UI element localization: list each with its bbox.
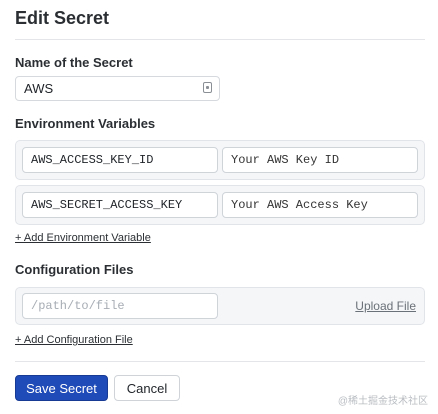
cancel-button[interactable]: Cancel — [114, 375, 180, 401]
config-file-row: Upload File — [15, 287, 425, 325]
env-var-row — [15, 185, 425, 225]
env-key-input[interactable] — [22, 147, 218, 173]
save-secret-button[interactable]: Save Secret — [15, 375, 108, 401]
env-value-input[interactable] — [222, 192, 418, 218]
add-env-var-link[interactable]: + Add Environment Variable — [15, 232, 151, 244]
env-vars-label: Environment Variables — [15, 116, 156, 131]
config-files-label: Configuration Files — [15, 262, 134, 277]
watermark: @稀土掘金技术社区 — [337, 396, 428, 407]
dialog-title: Edit Secret — [15, 8, 110, 28]
secret-name-label: Name of the Secret — [15, 55, 133, 70]
secret-name-input[interactable] — [15, 76, 220, 101]
add-config-file-link[interactable]: + Add Configuration File — [15, 334, 133, 346]
key-icon[interactable] — [203, 82, 212, 93]
upload-file-link[interactable]: Upload File — [355, 299, 416, 313]
file-path-input[interactable] — [22, 293, 218, 319]
env-var-row — [15, 140, 425, 180]
divider — [15, 361, 425, 362]
env-value-input[interactable] — [222, 147, 418, 173]
env-key-input[interactable] — [22, 192, 218, 218]
divider — [15, 39, 425, 40]
